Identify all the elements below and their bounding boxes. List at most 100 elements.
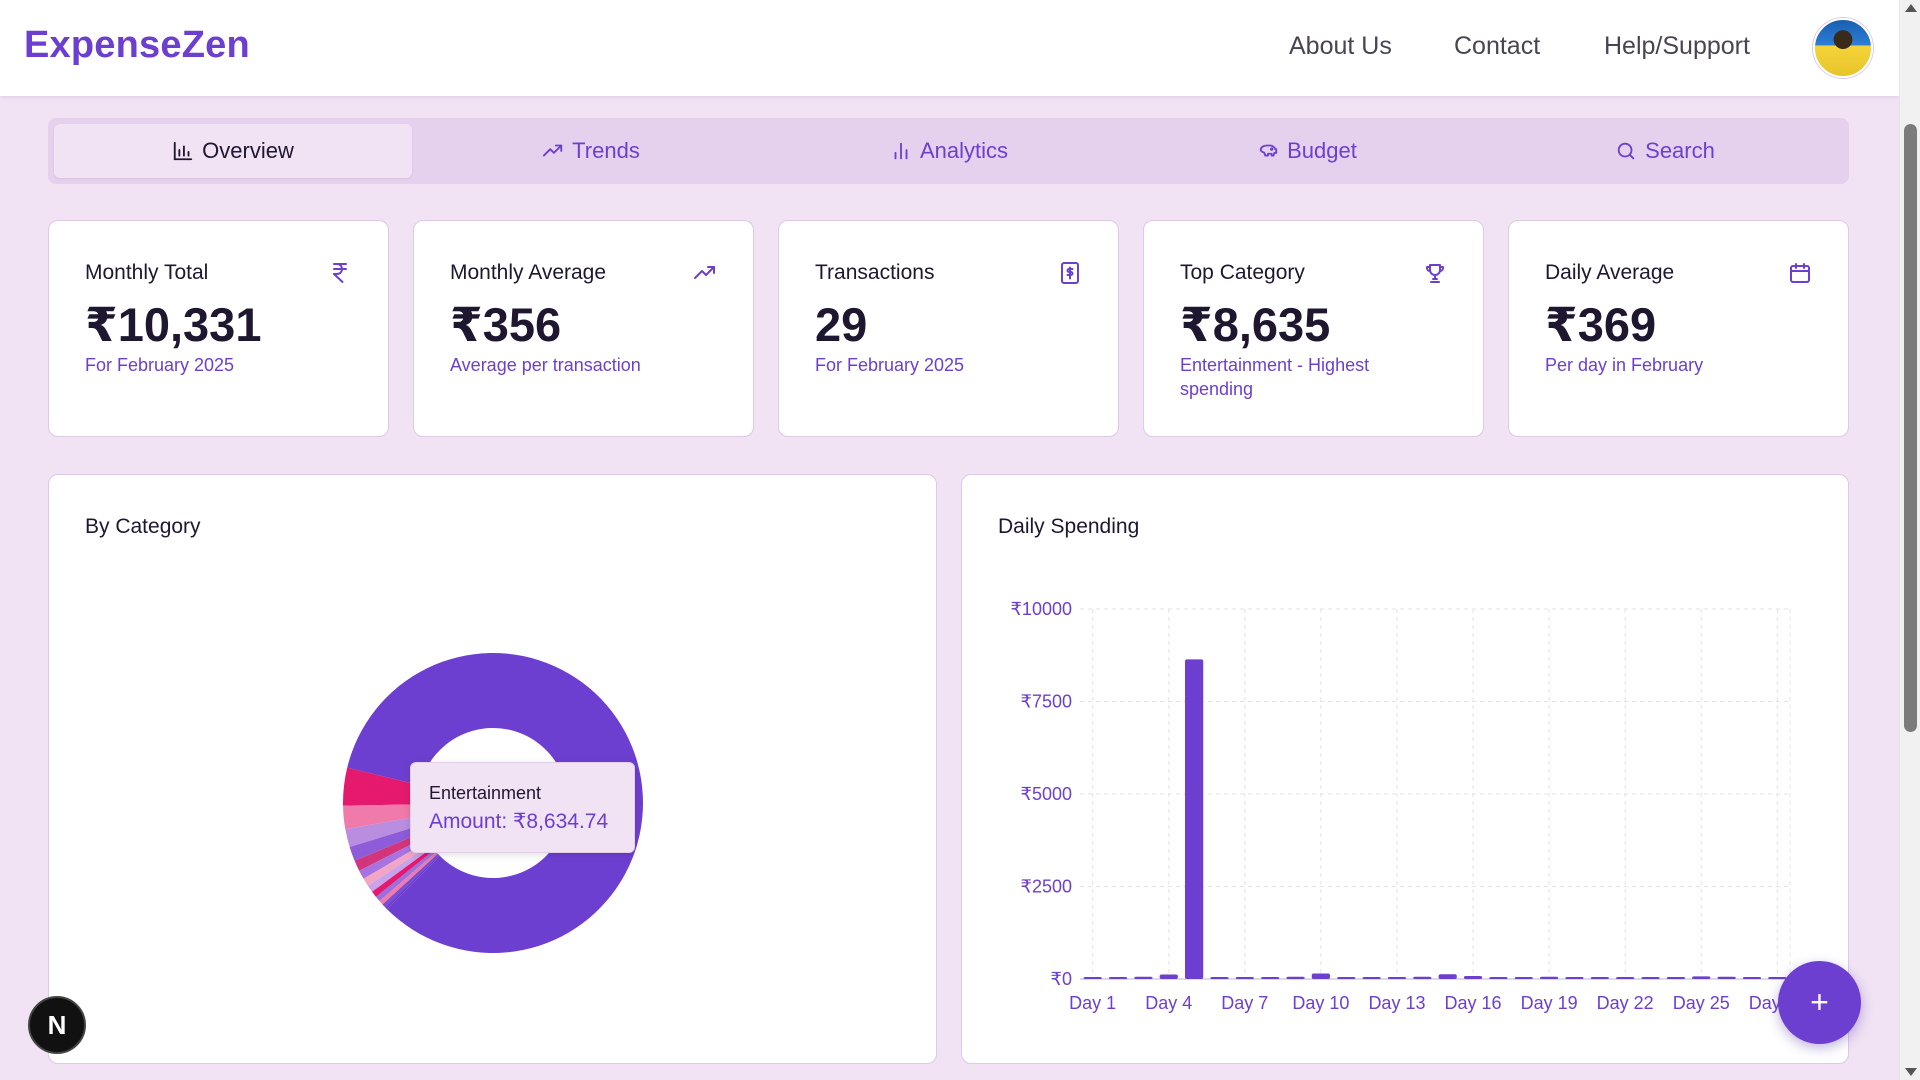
y-tick-label: ₹2500 [1021, 877, 1073, 897]
bar[interactable] [1083, 977, 1102, 979]
tab-trends[interactable]: Trends [412, 124, 770, 178]
x-tick-label: Day 1 [1069, 993, 1116, 1013]
tab-trends-label: Trends [572, 138, 640, 163]
stat-value: ₹8,635 [1180, 298, 1331, 351]
bar[interactable] [1717, 976, 1736, 979]
bar[interactable] [1590, 977, 1609, 979]
bar[interactable] [1134, 976, 1153, 979]
x-tick-label: Day 16 [1445, 993, 1502, 1013]
daily-spending-panel: Daily Spending ₹0 ₹2500 ₹5000 ₹7500 ₹10000 Da… [961, 474, 1849, 1064]
bar[interactable] [1742, 977, 1762, 979]
top-navbar: ExpenseZen About Us Contact Help/Support [0, 0, 1899, 96]
rupee-icon [333, 263, 347, 283]
bar[interactable] [1286, 976, 1305, 979]
bar[interactable] [1489, 977, 1508, 979]
stat-card-monthly-total: Monthly Total ₹10,331 For February 2025 [48, 220, 389, 437]
piggy-bank-icon [1259, 144, 1278, 157]
bar[interactable] [1692, 976, 1711, 979]
stat-subtitle: For February 2025 [85, 355, 235, 375]
stat-value: ₹369 [1545, 298, 1657, 351]
dashboard-tabs: Overview Trends Analytics Budget Search [48, 118, 1849, 184]
stat-subtitle: Per day in February [1545, 355, 1704, 375]
tab-overview[interactable]: Overview [54, 124, 412, 178]
stat-title: Daily Average [1545, 261, 1675, 284]
bar[interactable] [1438, 974, 1457, 979]
stat-value: ₹10,331 [85, 298, 262, 351]
stat-card-monthly-average: Monthly Average ₹356 Average per transac… [413, 220, 754, 437]
bar[interactable] [1463, 976, 1483, 979]
tab-analytics-label: Analytics [919, 138, 1009, 163]
x-tick-label: Day 7 [1221, 993, 1268, 1013]
bar[interactable] [1413, 976, 1432, 979]
bar[interactable] [1565, 977, 1584, 979]
bar[interactable] [1261, 977, 1280, 979]
tab-search-label: Search [1645, 138, 1715, 163]
tab-overview-label: Overview [202, 138, 294, 163]
stat-title: Top Category [1180, 261, 1305, 284]
trending-up-icon [543, 144, 563, 157]
bar[interactable] [1108, 977, 1128, 979]
stat-card-daily-average: Daily Average ₹369 Per day in February [1508, 220, 1849, 437]
stat-title: Monthly Total [85, 261, 209, 284]
tab-budget[interactable]: Budget [1128, 124, 1486, 178]
stat-title: Transactions [815, 261, 935, 284]
x-tick-label: Day 10 [1292, 993, 1349, 1013]
trophy-icon [1426, 264, 1444, 283]
x-tick-label: Day 25 [1673, 993, 1730, 1013]
bar[interactable] [1539, 976, 1559, 979]
tooltip-amount: Amount: ₹8,634.74 [429, 810, 609, 833]
bar[interactable] [1387, 977, 1407, 979]
daily-spending-bar-chart[interactable]: ₹0 ₹2500 ₹5000 ₹7500 ₹10000 Day 1 Day 4 Day 7 Da… [962, 475, 1850, 1065]
chart-tooltip: Entertainment Amount: ₹8,634.74 [410, 762, 635, 853]
bar-chart-icon [173, 141, 193, 161]
scroll-down-icon[interactable] [1905, 1068, 1917, 1076]
y-tick-label: ₹5000 [1021, 784, 1073, 804]
x-tick-label: Day 22 [1597, 993, 1654, 1013]
bar[interactable] [1337, 977, 1356, 979]
y-tick-label: ₹0 [1051, 969, 1072, 989]
nav-help-support[interactable]: Help/Support [1604, 32, 1750, 61]
nav-about-us[interactable]: About Us [1289, 32, 1392, 61]
stat-value: ₹356 [450, 298, 562, 351]
bar[interactable] [1362, 977, 1381, 979]
x-tick-label: Day 13 [1368, 993, 1425, 1013]
stat-card-top-category: Top Category ₹8,635 Entertainment - High… [1143, 220, 1484, 437]
bar[interactable] [1666, 977, 1686, 979]
add-expense-button[interactable]: + [1778, 961, 1861, 1044]
scroll-up-icon[interactable] [1905, 4, 1917, 12]
bar[interactable] [1616, 977, 1635, 979]
dev-tools-badge[interactable]: N [28, 996, 86, 1054]
x-tick-label: Day 19 [1521, 993, 1578, 1013]
trending-up-icon [694, 266, 715, 279]
stat-subtitle: Entertainment - Highest spending [1180, 355, 1370, 399]
stat-subtitle: For February 2025 [815, 355, 965, 375]
x-tick-label: Day 4 [1145, 993, 1192, 1013]
bar[interactable] [1311, 973, 1331, 979]
tab-analytics[interactable]: Analytics [770, 124, 1128, 178]
stat-card-transactions: Transactions 29 For February 2025 [778, 220, 1119, 437]
user-avatar[interactable] [1813, 18, 1873, 78]
bar[interactable] [1768, 977, 1787, 979]
nav-contact[interactable]: Contact [1454, 32, 1540, 61]
calendar-icon [1790, 263, 1810, 283]
bar[interactable] [1514, 977, 1533, 979]
search-icon [1617, 142, 1635, 160]
tooltip-category: Entertainment [429, 783, 542, 803]
stat-value: 29 [815, 298, 868, 351]
tab-budget-label: Budget [1287, 138, 1357, 163]
page-scrollbar[interactable] [1899, 0, 1920, 1080]
bar[interactable] [1184, 659, 1204, 979]
bar[interactable] [1210, 977, 1229, 979]
tab-search[interactable]: Search [1486, 124, 1844, 178]
bar[interactable] [1235, 977, 1254, 979]
scroll-thumb[interactable] [1904, 124, 1917, 732]
y-tick-label: ₹10000 [1010, 599, 1072, 619]
stat-title: Monthly Average [450, 261, 607, 284]
bar[interactable] [1641, 977, 1660, 979]
brand-logo[interactable]: ExpenseZen [24, 24, 250, 67]
y-tick-label: ₹7500 [1021, 692, 1073, 712]
stat-subtitle: Average per transaction [450, 355, 641, 375]
bar[interactable] [1159, 974, 1178, 979]
analytics-icon [894, 142, 908, 160]
receipt-icon [1061, 262, 1079, 284]
